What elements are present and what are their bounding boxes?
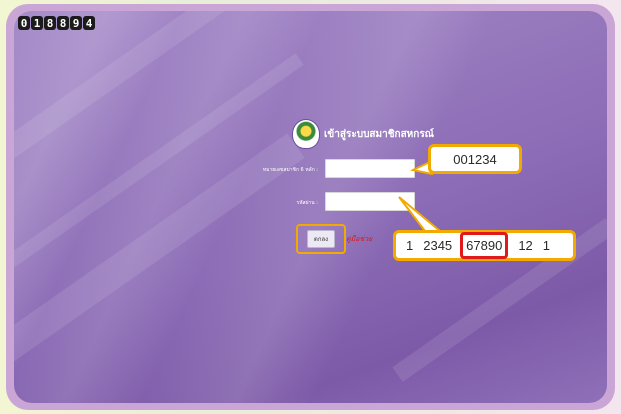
password-part: 2345 [423,238,453,253]
password-part: 1 [406,238,414,253]
member-example-text: 001234 [453,151,497,167]
password-part: 1 [542,238,551,253]
password-highlighted-part: 67890 [460,232,509,259]
password-callout: 1 2345 67890 12 1 [393,230,576,261]
member-number-callout: 001234 [428,144,522,174]
password-part: 12 [518,238,533,253]
callout-pointers [398,159,443,232]
